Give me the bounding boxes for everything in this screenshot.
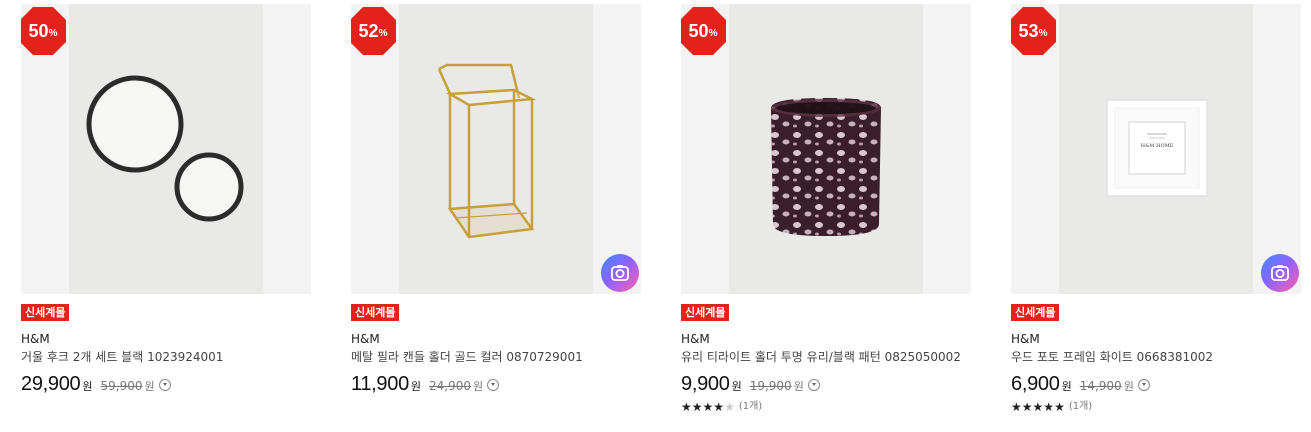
store-tag: 신세계몰 [681, 304, 730, 321]
star-filled-icon: ★ [681, 400, 692, 414]
product-image[interactable]: 52% [351, 4, 641, 294]
discount-value: 52 [358, 20, 379, 41]
price-info-icon[interactable] [807, 379, 820, 391]
price-unit: 원 [731, 380, 742, 393]
star-filled-icon: ★ [1054, 400, 1065, 414]
review-count: (1개) [1068, 401, 1093, 412]
star-rating: ★★★★★ [1011, 400, 1065, 414]
camera-icon [1271, 265, 1289, 281]
product-name[interactable]: 우드 포토 프레임 화이트 0668381002 [1011, 349, 1301, 365]
original-price: 24,900 [429, 379, 472, 393]
price-row: 9,900 원 19,900 원 [681, 373, 971, 396]
star-filled-icon: ★ [1032, 400, 1044, 414]
sale-price: 9,900 [681, 373, 730, 395]
brand-name: H&M [351, 332, 380, 346]
discount-value: 50 [28, 20, 49, 41]
product-card[interactable]: H&M HOME 53% 신세계몰 H&M 우드 포토 프레임 화이트 0668… [1011, 4, 1301, 424]
original-unit: 원 [144, 380, 155, 393]
rating-row: ★★★★★ (1개) [1011, 400, 1301, 414]
price-info-icon[interactable] [1137, 379, 1150, 391]
star-filled-icon: ★ [1011, 400, 1022, 414]
discount-badge: 50% [21, 6, 67, 56]
price-info-icon[interactable] [158, 379, 171, 391]
original-unit: 원 [793, 380, 804, 393]
product-name[interactable]: 메탈 필라 캔들 홀더 골드 컬러 0870729001 [351, 349, 641, 365]
star-filled-icon: ★ [713, 400, 725, 414]
original-unit: 원 [1123, 380, 1134, 393]
review-count: (1개) [738, 401, 763, 412]
discount-percent: % [708, 27, 718, 39]
star-filled-icon: ★ [1043, 400, 1055, 414]
sale-price: 6,900 [1011, 373, 1060, 395]
original-price: 14,900 [1079, 379, 1122, 393]
original-unit: 원 [473, 380, 484, 393]
discount-value: 50 [688, 20, 709, 41]
discount-badge: 52% [351, 6, 397, 56]
discount-percent: % [378, 27, 388, 39]
svg-text:H&M HOME: H&M HOME [1141, 143, 1174, 149]
product-card[interactable]: 52% 신세계몰 H&M 메탈 필라 캔들 홀더 골드 컬러 087072900… [351, 4, 641, 424]
price-unit: 원 [410, 380, 422, 393]
discount-value: 53 [1018, 20, 1039, 41]
product-image[interactable]: 50% [21, 4, 311, 294]
product-name[interactable]: 거울 후크 2개 세트 블랙 1023924001 [21, 349, 311, 365]
star-filled-icon: ★ [1021, 400, 1033, 414]
discount-badge: 50% [681, 6, 727, 56]
discount-badge: 53% [1011, 6, 1057, 56]
product-image[interactable]: 50% [681, 4, 971, 294]
price-unit: 원 [1061, 380, 1072, 393]
product-image[interactable]: H&M HOME 53% [1011, 4, 1301, 294]
discount-percent: % [48, 27, 58, 39]
product-name[interactable]: 유리 티라이트 홀더 투명 유리/블랙 패턴 0825050002 [681, 349, 971, 365]
star-filled-icon: ★ [702, 400, 714, 414]
discount-percent: % [1038, 27, 1048, 39]
store-tag: 신세계몰 [21, 304, 70, 321]
product-card[interactable]: 50% 신세계몰 H&M 유리 티라이트 홀더 투명 유리/블랙 패턴 0825… [681, 4, 971, 424]
price-row: 11,900 원 24,900 원 [351, 373, 641, 396]
sale-price: 29,900 [21, 373, 81, 395]
brand-name: H&M [1011, 332, 1040, 346]
store-tag: 신세계몰 [351, 304, 400, 321]
camera-icon [611, 265, 629, 281]
star-rating: ★★★★★ [681, 400, 735, 414]
product-card[interactable]: 50% 신세계몰 H&M 거울 후크 2개 세트 블랙 1023924001 2… [21, 4, 311, 424]
sale-price: 11,900 [351, 373, 409, 395]
price-row: 6,900 원 14,900 원 [1011, 373, 1301, 396]
brand-name: H&M [681, 332, 710, 346]
rating-row: ★★★★★ (1개) [681, 400, 971, 414]
price-info-icon[interactable] [487, 379, 500, 391]
camera-search-button[interactable] [1261, 254, 1299, 292]
store-tag: 신세계몰 [1011, 304, 1060, 321]
original-price: 19,900 [749, 379, 792, 393]
brand-name: H&M [21, 332, 50, 346]
price-row: 29,900 원 59,900 원 [21, 373, 311, 396]
price-unit: 원 [82, 380, 93, 393]
product-grid: 50% 신세계몰 H&M 거울 후크 2개 세트 블랙 1023924001 2… [0, 0, 1311, 432]
star-filled-icon: ★ [691, 400, 703, 414]
camera-search-button[interactable] [601, 254, 639, 292]
original-price: 59,900 [100, 379, 143, 393]
star-empty-icon: ★ [724, 400, 735, 414]
